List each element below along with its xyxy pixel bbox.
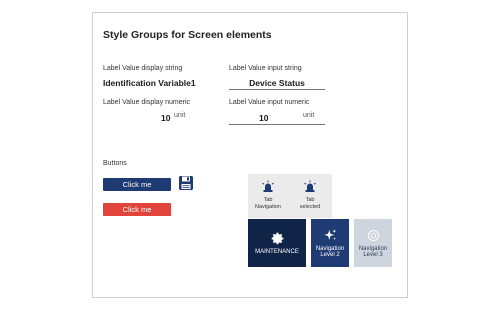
- alarm-beacon-icon: [304, 180, 316, 192]
- danger-button-label: Click me: [122, 205, 152, 214]
- nav-level-3-line2: Level 3: [363, 252, 383, 258]
- display-numeric-unit: unit: [174, 112, 186, 119]
- input-numeric-label: Label Value input numeric: [229, 99, 310, 106]
- navigation-level-3-tile[interactable]: Navigation Level 3: [354, 219, 392, 267]
- display-string-label: Label Value display string: [103, 65, 183, 72]
- input-string-label: Label Value input string: [229, 65, 302, 72]
- click-me-primary-button[interactable]: Click me: [103, 178, 171, 191]
- click-me-danger-button[interactable]: Click me: [103, 203, 171, 216]
- sparkle-icon: [323, 229, 336, 240]
- card-title: Style Groups for Screen elements: [103, 29, 272, 41]
- tab-navigation[interactable]: Tab Navigation: [248, 174, 288, 218]
- display-string-value: Identification Variable1: [103, 78, 196, 88]
- buttons-section-label: Buttons: [103, 160, 127, 167]
- tab-navigation-line2: Navigation: [255, 204, 281, 210]
- circle-icon: [367, 230, 379, 241]
- floppy-disk-icon[interactable]: [178, 175, 194, 191]
- maintenance-tile[interactable]: MAINTENANCE: [248, 219, 306, 267]
- tab-selected-line2: selected: [299, 204, 321, 210]
- primary-button-label: Click me: [122, 180, 152, 189]
- style-groups-card: Style Groups for Screen elements Label V…: [92, 12, 408, 298]
- gear-icon: [271, 232, 283, 245]
- input-numeric-value: 10: [259, 113, 269, 123]
- display-numeric-value: 10: [161, 113, 171, 123]
- nav-level-2-line2: Level 2: [320, 252, 340, 258]
- display-numeric-label: Label Value display numeric: [103, 99, 191, 106]
- tab-navigation-line1: Tab: [263, 197, 273, 203]
- maintenance-label: MAINTENANCE: [255, 249, 299, 255]
- input-string-field[interactable]: Device Status: [229, 77, 325, 90]
- input-numeric-unit: unit: [303, 112, 315, 119]
- navigation-level-2-tile[interactable]: Navigation Level 2: [311, 219, 349, 267]
- tab-selected-line1: Tab: [305, 197, 315, 203]
- alarm-beacon-icon: [262, 180, 274, 192]
- tab-selected[interactable]: Tab selected: [290, 174, 330, 218]
